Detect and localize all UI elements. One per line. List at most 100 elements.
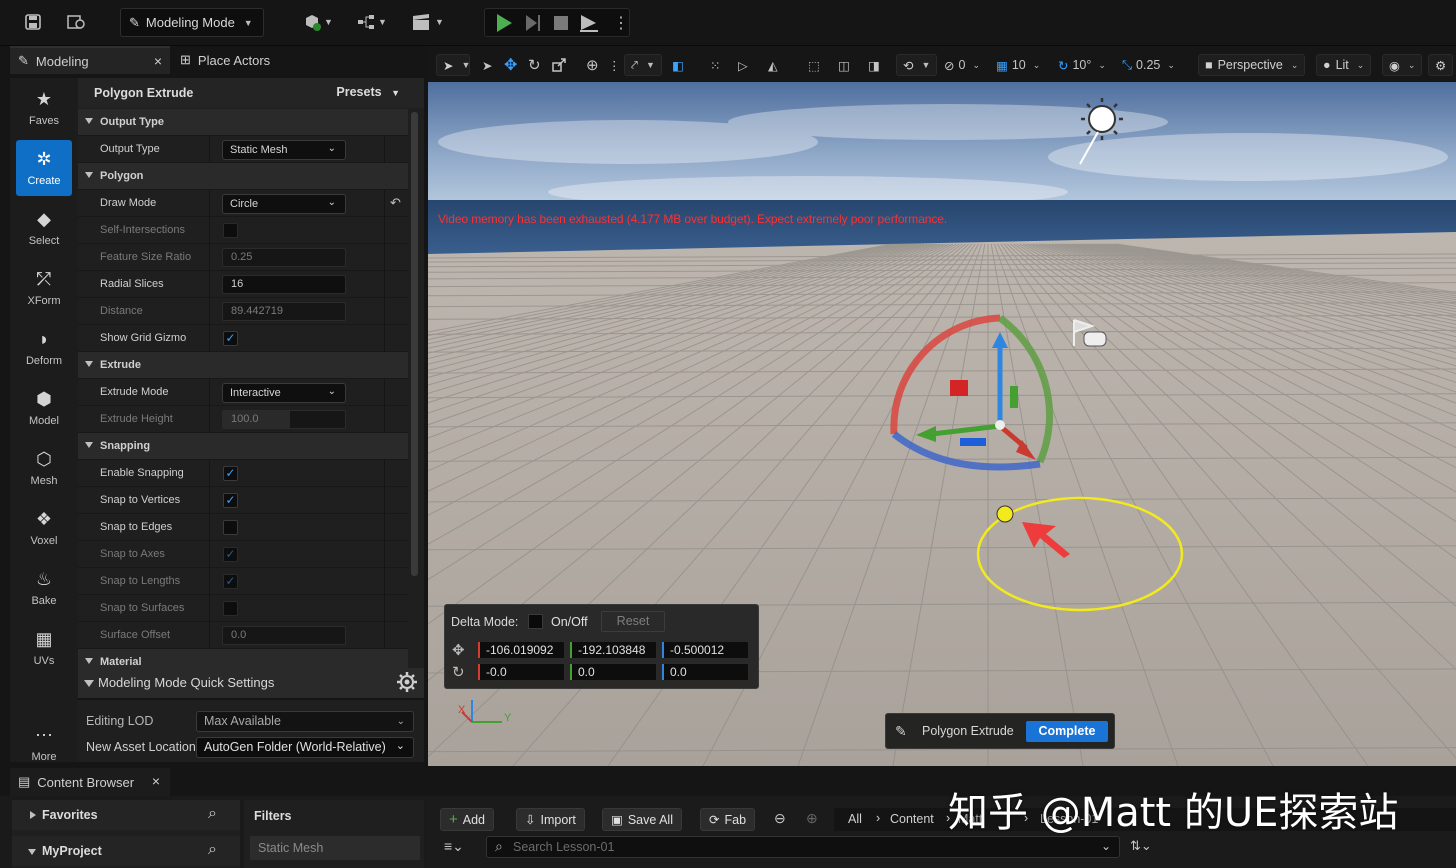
quick-settings-header[interactable]: Modeling Mode Quick Settings: [78, 668, 424, 698]
add-button[interactable]: + Add: [440, 808, 495, 831]
property-select[interactable]: Interactive ⌄: [222, 383, 346, 403]
search-icon[interactable]: ⌕: [208, 841, 217, 859]
presets-button[interactable]: Presets ▼: [336, 85, 400, 99]
mode-dropdown[interactable]: ✎ Modeling Mode ▼: [120, 8, 264, 37]
favorites-row[interactable]: Favorites ⌕: [12, 800, 240, 830]
property-checkbox[interactable]: ✓: [223, 493, 238, 508]
property-input[interactable]: 100.0: [222, 410, 346, 429]
complete-button[interactable]: Complete: [1026, 721, 1108, 742]
panel-scrollbar[interactable]: [411, 112, 418, 576]
face-select-icon[interactable]: ◭: [768, 54, 778, 76]
grid-snap-dropdown[interactable]: ▦ 10 ⌄: [996, 54, 1040, 76]
scale-snap-dropdown[interactable]: ⤡ 0.25 ⌄: [1122, 54, 1175, 76]
sort-icon[interactable]: ⇅⌄: [1130, 838, 1152, 854]
category-bake[interactable]: ♨ Bake: [16, 560, 72, 616]
category-voxel[interactable]: ❖ Voxel: [16, 500, 72, 556]
tab-place-actors[interactable]: ⊞ Place Actors: [172, 46, 362, 74]
search-assets-input[interactable]: ⌕ Search Lesson-01 ⌄: [486, 836, 1120, 858]
eject-icon[interactable]: [579, 13, 599, 36]
scale-icon[interactable]: [552, 54, 566, 76]
category-polygon[interactable]: Polygon: [78, 163, 408, 190]
rotate-icon[interactable]: ↻: [528, 54, 541, 76]
property-checkbox[interactable]: ✓: [223, 466, 238, 481]
blueprint-icon[interactable]: ▼: [354, 11, 390, 33]
play-icon[interactable]: [495, 13, 513, 36]
delta-rot-x[interactable]: -0.0: [477, 663, 565, 681]
breadcrumb-content[interactable]: Content: [890, 812, 934, 826]
reset-icon[interactable]: ↶: [390, 195, 401, 211]
stop-icon[interactable]: [553, 15, 569, 34]
delta-loc-x[interactable]: -106.019092: [477, 641, 565, 659]
back-icon[interactable]: ⊖: [774, 810, 786, 827]
property-input[interactable]: 16: [222, 275, 346, 294]
delta-rot-y[interactable]: 0.0: [569, 663, 657, 681]
category-model[interactable]: ⬢ Model: [16, 380, 72, 436]
select-mode-dropdown[interactable]: ➤ ▼: [436, 54, 470, 76]
delta-rot-z[interactable]: 0.0: [661, 663, 749, 681]
more-options-icon[interactable]: ⋮: [613, 13, 629, 33]
translate-icon[interactable]: ✥: [504, 54, 517, 76]
delta-mode-checkbox[interactable]: [528, 614, 543, 629]
property-input[interactable]: 0.25: [222, 248, 346, 267]
snap-vertex-icon[interactable]: ⬚: [808, 54, 820, 76]
property-checkbox[interactable]: [223, 520, 238, 535]
level-viewport[interactable]: X Y Video memory has been exhausted (4.1…: [428, 82, 1456, 766]
rotation-snap-dropdown[interactable]: ↻ 10° ⌄: [1058, 54, 1106, 76]
property-input[interactable]: 89.442719: [222, 302, 346, 321]
show-flags-dropdown[interactable]: ◉ ⌄: [1382, 54, 1423, 76]
property-checkbox[interactable]: ✓: [223, 331, 238, 346]
more-options-icon[interactable]: ⋮: [608, 54, 621, 76]
browse-level-icon[interactable]: [66, 11, 88, 33]
delta-loc-y[interactable]: -192.103848: [569, 641, 657, 659]
property-checkbox[interactable]: [223, 601, 238, 616]
property-select[interactable]: Circle ⌄: [222, 194, 346, 214]
edge-select-icon[interactable]: ▷: [738, 54, 748, 76]
snap-mid-icon[interactable]: ◫: [838, 54, 850, 76]
category-create[interactable]: ✲ Create: [16, 140, 72, 196]
property-select[interactable]: Static Mesh ⌄: [222, 140, 346, 160]
filter-static-mesh[interactable]: Static Mesh: [250, 836, 420, 860]
filter-icon[interactable]: ≡⌄: [444, 838, 464, 855]
category-faves[interactable]: ★ Faves: [16, 80, 72, 136]
category-deform[interactable]: ◗ Deform: [16, 320, 72, 376]
close-icon[interactable]: ×: [154, 53, 162, 69]
close-icon[interactable]: ×: [152, 773, 160, 789]
content-browser-tab[interactable]: ▤ Content Browser ×: [10, 768, 170, 796]
forward-icon[interactable]: ⊕: [806, 810, 818, 827]
cinematics-icon[interactable]: ▼: [410, 11, 446, 33]
save-icon[interactable]: [22, 11, 44, 33]
category-output-type[interactable]: Output Type: [78, 109, 408, 136]
category-extrude[interactable]: Extrude: [78, 352, 408, 379]
vertex-select-icon[interactable]: ⁙: [710, 54, 720, 76]
gear-icon[interactable]: [396, 671, 418, 696]
property-checkbox[interactable]: ✓: [223, 574, 238, 589]
pivot-icon[interactable]: ◧: [672, 54, 684, 76]
delta-loc-z[interactable]: -0.500012: [661, 641, 749, 659]
tab-modeling[interactable]: ✎ Modeling ×: [10, 46, 170, 74]
perspective-dropdown[interactable]: ■ Perspective ⌄: [1198, 54, 1306, 76]
save-all-button[interactable]: ▣ Save All: [602, 808, 682, 831]
property-checkbox[interactable]: [223, 223, 238, 238]
property-checkbox[interactable]: ✓: [223, 547, 238, 562]
world-space-icon[interactable]: ⊕: [586, 54, 599, 76]
search-icon[interactable]: ⌕: [208, 805, 217, 823]
select-icon[interactable]: ➤: [482, 54, 492, 76]
add-actor-icon[interactable]: ▼: [300, 11, 336, 33]
pivot-snap-dropdown[interactable]: ⟲ ▼: [896, 54, 938, 76]
angle-snap-dropdown[interactable]: ⊘ 0 ⌄: [944, 54, 980, 76]
viewport-settings-dropdown[interactable]: ⚙: [1428, 54, 1454, 76]
import-button[interactable]: ⇩ Import: [516, 808, 585, 831]
category-xform[interactable]: ⤱ XForm: [16, 260, 72, 316]
skip-icon[interactable]: [525, 14, 541, 35]
category-more[interactable]: ⋯ More: [16, 716, 72, 772]
category-uvs[interactable]: ▦ UVs: [16, 620, 72, 676]
breadcrumb-all[interactable]: All: [848, 812, 862, 826]
category-select[interactable]: ◆ Select: [16, 200, 72, 256]
editing-lod-select[interactable]: Max Available ⌄: [196, 711, 414, 732]
category-mesh[interactable]: ⬡ Mesh: [16, 440, 72, 496]
delta-reset-button[interactable]: Reset: [601, 611, 665, 632]
category-snapping[interactable]: Snapping: [78, 433, 408, 460]
surface-snap-dropdown[interactable]: ⤤ ▼: [624, 54, 662, 76]
snap-face-icon[interactable]: ◨: [868, 54, 880, 76]
lit-dropdown[interactable]: ● Lit ⌄: [1316, 54, 1372, 76]
